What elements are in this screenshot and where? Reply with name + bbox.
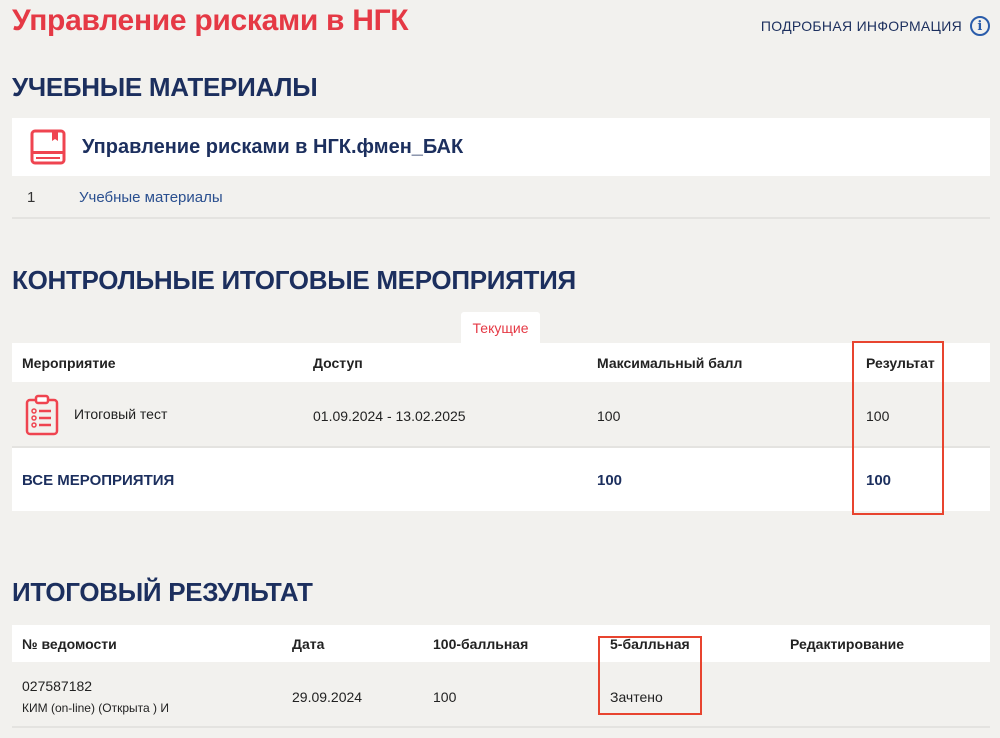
event-max: 100 [597,408,621,424]
sheet-type: КИМ (on-line) (Открыта ) И [22,701,169,715]
course-card: Управление рисками в НГК.фмен_БАК [12,118,990,176]
info-icon: i [970,16,990,36]
clipboard-icon [25,394,59,436]
final-score-100: 100 [433,689,457,705]
event-access: 01.09.2024 - 13.02.2025 [313,408,466,424]
material-number: 1 [27,189,36,206]
material-item[interactable]: 1 Учебные материалы [12,178,990,219]
events-table-header: Мероприятие Доступ Максимальный балл Рез… [12,343,990,382]
page-title: Управление рисками в НГК [12,4,409,37]
final-date: 29.09.2024 [292,689,363,705]
material-link[interactable]: Учебные материалы [79,189,223,206]
materials-heading: УЧЕБНЫЕ МАТЕРИАЛЫ [12,72,318,102]
table-row[interactable]: Итоговый тест 01.09.2024 - 13.02.2025 10… [12,382,990,448]
final-table-header: № ведомости Дата 100-балльная 5-балльная… [12,625,990,662]
col-number: № ведомости [22,636,117,652]
total-label: ВСЕ МЕРОПРИЯТИЯ [22,472,175,489]
total-max: 100 [597,472,623,489]
col-access: Доступ [313,355,363,371]
events-total-row: ВСЕ МЕРОПРИЯТИЯ 100 100 [12,448,990,511]
table-row: 027587182 КИМ (on-line) (Открыта ) И 29.… [12,662,990,728]
tab-current[interactable]: Текущие [461,312,540,344]
more-info-link[interactable]: ПОДРОБНАЯ ИНФОРМАЦИЯ i [761,16,990,36]
col-edit: Редактирование [790,636,905,652]
score5-highlight [598,636,702,715]
book-icon [30,129,66,165]
col-100: 100-балльная [433,636,529,652]
course-title: Управление рисками в НГК.фмен_БАК [82,135,464,158]
sheet-number: 027587182 [22,678,93,694]
col-event: Мероприятие [22,355,116,371]
col-date: Дата [292,636,325,652]
result-highlight [852,341,944,515]
event-name: Итоговый тест [74,406,168,422]
more-info-label: ПОДРОБНАЯ ИНФОРМАЦИЯ [760,18,962,34]
col-max: Максимальный балл [597,355,743,371]
events-heading: КОНТРОЛЬНЫЕ ИТОГОВЫЕ МЕРОПРИЯТИЯ [12,265,576,295]
final-heading: ИТОГОВЫЙ РЕЗУЛЬТАТ [12,577,313,607]
